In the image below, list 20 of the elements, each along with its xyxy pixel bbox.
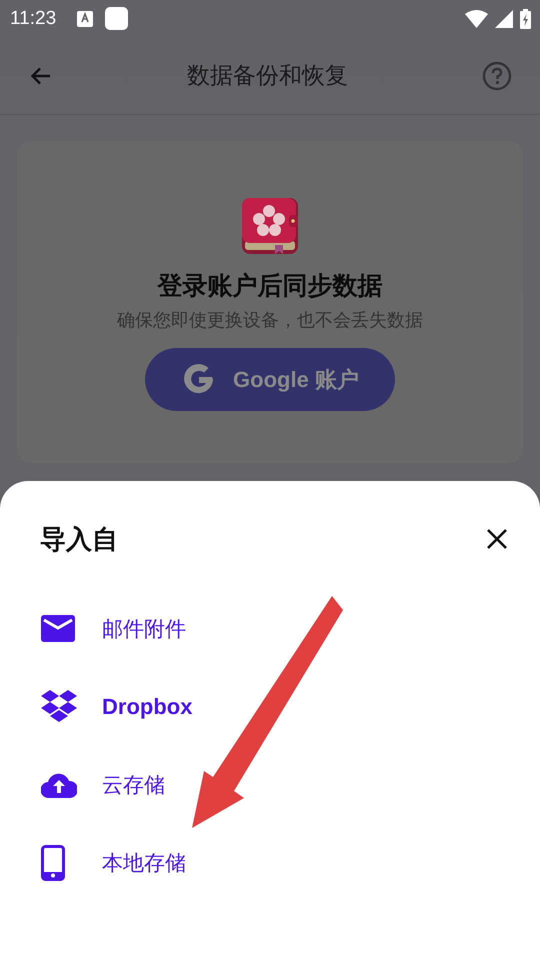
keyboard-icon	[77, 10, 94, 26]
import-option[interactable]: 云存储	[0, 746, 540, 824]
cloud-upload-icon	[41, 772, 77, 798]
close-icon[interactable]	[486, 528, 508, 550]
dropbox-icon	[41, 690, 77, 724]
import-option[interactable]: 本地存储	[0, 824, 540, 902]
smartphone-icon	[41, 845, 65, 881]
import-option[interactable]: 邮件附件	[0, 590, 540, 668]
notification-icon	[105, 7, 128, 30]
card-heading: 登录账户后同步数据	[158, 270, 382, 302]
screen-title: 数据备份和恢复	[186, 62, 349, 91]
wifi-icon	[465, 10, 488, 28]
signal-icon	[495, 10, 513, 28]
battery-icon	[520, 8, 531, 28]
clock: 11:23	[10, 8, 56, 30]
import-option[interactable]: Dropbox	[0, 668, 540, 746]
help-icon[interactable]	[482, 60, 512, 90]
diary-book-icon	[241, 197, 299, 255]
sheet-title: 导入自	[40, 524, 118, 556]
envelope-icon	[41, 615, 75, 643]
